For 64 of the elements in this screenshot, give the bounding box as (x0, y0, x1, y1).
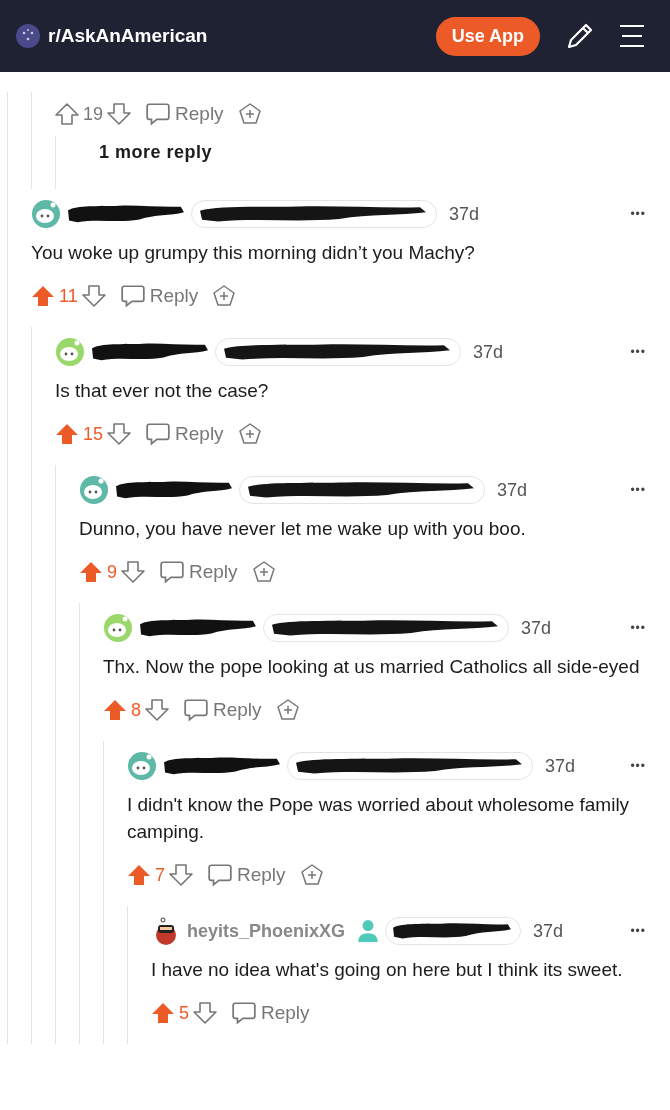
upvote-icon[interactable] (31, 284, 55, 308)
chat-bubble-icon (159, 559, 185, 585)
downvote-icon[interactable] (193, 1001, 217, 1025)
award-icon[interactable] (237, 422, 262, 446)
vote-count: 15 (83, 423, 104, 445)
award-icon[interactable] (212, 284, 237, 308)
award-icon[interactable] (251, 560, 276, 584)
comment-text: Dunno, you have never let me wake up with you boo. (79, 517, 527, 541)
vote-count: 19 (83, 103, 104, 125)
more-options-button[interactable]: ••• (630, 207, 646, 221)
timestamp: 37d (521, 617, 552, 639)
chat-bubble-icon (145, 421, 172, 447)
timestamp: 37d (533, 920, 564, 942)
downvote-icon[interactable] (121, 560, 145, 584)
upvote-icon[interactable] (103, 698, 127, 722)
use-app-button[interactable]: Use App (435, 16, 540, 56)
downvote-icon[interactable] (107, 422, 132, 446)
comment-text: I didn't know the Pope was worried about wholesome family camping. (127, 793, 631, 844)
vote-count: 8 (131, 699, 141, 721)
downvote-icon[interactable] (169, 863, 193, 887)
timestamp: 37d (473, 341, 504, 363)
award-icon[interactable] (299, 863, 324, 887)
reply-button[interactable]: Reply (145, 101, 224, 127)
reply-button[interactable]: Reply (159, 559, 238, 585)
chat-bubble-icon (231, 1000, 257, 1026)
downvote-icon[interactable] (107, 102, 132, 126)
downvote-icon[interactable] (145, 698, 169, 722)
upvote-icon[interactable] (79, 560, 103, 584)
chat-bubble-icon (119, 283, 146, 309)
upvote-icon[interactable] (55, 422, 79, 446)
vote-count: 9 (107, 561, 117, 583)
reply-button[interactable]: Reply (119, 283, 199, 309)
more-options-button[interactable]: ••• (630, 345, 646, 359)
subreddit-title[interactable]: r/AskAnAmerican (48, 25, 208, 47)
more-options-button[interactable]: ••• (630, 483, 646, 497)
timestamp: 37d (497, 479, 528, 501)
timestamp: 37d (449, 203, 480, 225)
more-options-button[interactable]: ••• (630, 759, 646, 773)
vote-count: 11 (59, 285, 78, 307)
chat-bubble-icon (145, 101, 172, 127)
comment-text: You woke up grumpy this morning didn’t you Machy? (31, 241, 476, 265)
comment-text: Thx. Now the pope looking at us married Catholics all side-eyed (103, 655, 641, 679)
chat-bubble-icon (207, 862, 233, 888)
more-replies-link[interactable]: 1 more reply (99, 142, 213, 163)
comment-text: Is that ever not the case? (55, 379, 270, 403)
downvote-icon[interactable] (81, 284, 106, 308)
upvote-icon[interactable] (127, 863, 151, 887)
award-icon[interactable] (275, 698, 300, 722)
reply-button[interactable]: Reply (231, 1000, 310, 1026)
upvote-icon[interactable] (55, 102, 79, 126)
subreddit-icon[interactable] (16, 24, 40, 48)
reply-button[interactable]: Reply (183, 697, 262, 723)
comment-text: I have no idea what's going on here but I think its sweet. (151, 958, 624, 982)
award-icon[interactable] (237, 102, 262, 126)
vote-count: 7 (155, 864, 165, 886)
reply-button[interactable]: Reply (145, 421, 224, 447)
more-options-button[interactable]: ••• (630, 924, 646, 938)
chat-bubble-icon (183, 697, 209, 723)
vote-count: 5 (179, 1002, 189, 1024)
more-options-button[interactable]: ••• (630, 621, 646, 635)
reply-button[interactable]: Reply (207, 862, 286, 888)
username[interactable]: heyits_PhoenixXG (187, 920, 346, 942)
timestamp: 37d (545, 755, 576, 777)
upvote-icon[interactable] (151, 1001, 175, 1025)
